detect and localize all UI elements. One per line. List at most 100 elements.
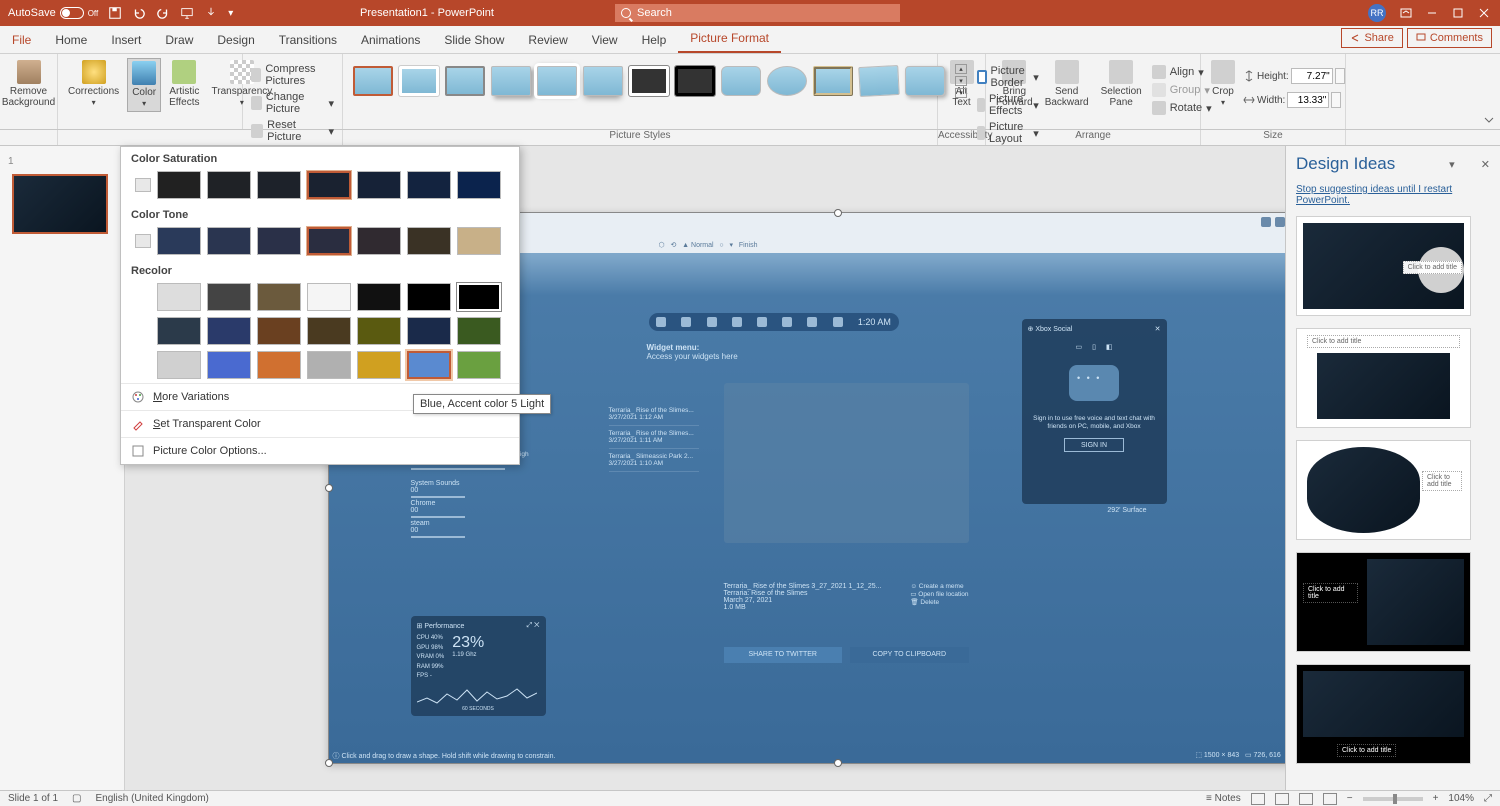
remove-background-button[interactable]: Remove Background xyxy=(0,58,59,110)
tone-swatch[interactable] xyxy=(157,227,201,255)
toggle-switch-icon[interactable] xyxy=(60,7,84,19)
recolor-swatch[interactable] xyxy=(357,283,401,311)
tone-swatch[interactable] xyxy=(207,227,251,255)
color-button[interactable]: Color▾ xyxy=(127,58,161,112)
width-spinner[interactable] xyxy=(1331,92,1341,108)
style-thumb[interactable] xyxy=(813,66,853,96)
design-idea-thumb[interactable]: Click to add title xyxy=(1296,328,1471,428)
style-thumb[interactable] xyxy=(583,66,623,96)
tab-transitions[interactable]: Transitions xyxy=(267,27,349,53)
recolor-swatch[interactable] xyxy=(307,317,351,345)
qat-customize-icon[interactable]: ▾ xyxy=(228,8,233,19)
style-thumb[interactable] xyxy=(767,66,807,96)
pane-dropdown-icon[interactable]: ▾ xyxy=(1449,158,1455,171)
recolor-swatch[interactable] xyxy=(157,283,201,311)
tone-swatch[interactable] xyxy=(457,227,501,255)
recolor-swatch[interactable] xyxy=(457,317,501,345)
reading-view-icon[interactable] xyxy=(1299,793,1313,805)
stop-suggesting-link[interactable]: Stop suggesting ideas until I restart Po… xyxy=(1296,184,1490,206)
artistic-effects-button[interactable]: Artistic Effects xyxy=(165,58,203,110)
compress-pictures-button[interactable]: Compress Pictures xyxy=(249,62,336,88)
recolor-swatch[interactable] xyxy=(157,351,201,379)
style-thumb[interactable] xyxy=(353,66,393,96)
recolor-swatch[interactable] xyxy=(257,283,301,311)
zoom-slider[interactable] xyxy=(1363,797,1423,801)
design-idea-thumb[interactable]: Click to add title xyxy=(1296,440,1471,540)
tab-view[interactable]: View xyxy=(580,27,630,53)
design-idea-thumb[interactable]: Click to add title xyxy=(1296,552,1471,652)
normal-view-icon[interactable] xyxy=(1251,793,1265,805)
language-indicator[interactable]: English (United Kingdom) xyxy=(96,793,209,804)
reset-picture-button[interactable]: Reset Picture ▾ xyxy=(249,118,336,144)
slide-counter[interactable]: Slide 1 of 1 xyxy=(8,793,58,804)
zoom-out-icon[interactable]: − xyxy=(1347,793,1353,804)
height-input[interactable] xyxy=(1291,68,1333,84)
gallery-more-icon[interactable]: ▾ xyxy=(955,88,967,98)
saturation-swatch[interactable] xyxy=(307,171,351,199)
pane-close-icon[interactable]: ✕ xyxy=(1481,158,1490,171)
style-thumb[interactable] xyxy=(445,66,485,96)
ribbon-display-icon[interactable] xyxy=(1400,7,1412,19)
tone-swatch[interactable] xyxy=(257,227,301,255)
send-backward-button[interactable]: Send Backward xyxy=(1041,58,1093,110)
user-avatar[interactable]: RR xyxy=(1368,4,1386,22)
design-idea-thumb[interactable]: Click to add title xyxy=(1296,664,1471,764)
minimize-icon[interactable] xyxy=(1426,7,1438,19)
selection-pane-button[interactable]: Selection Pane xyxy=(1097,58,1146,110)
style-thumb[interactable] xyxy=(629,66,669,96)
style-thumb[interactable] xyxy=(491,66,531,96)
tab-picture-format[interactable]: Picture Format xyxy=(678,25,781,53)
tab-review[interactable]: Review xyxy=(516,27,579,53)
tab-slideshow[interactable]: Slide Show xyxy=(432,27,516,53)
recolor-swatch[interactable] xyxy=(307,351,351,379)
width-field[interactable]: Width: xyxy=(1243,92,1345,108)
design-idea-thumb[interactable]: Click to add title xyxy=(1296,216,1471,316)
change-picture-button[interactable]: Change Picture ▾ xyxy=(249,90,336,116)
tone-preset-icon[interactable] xyxy=(135,234,151,248)
recolor-swatch[interactable] xyxy=(257,351,301,379)
tab-file[interactable]: File xyxy=(0,27,43,53)
tab-design[interactable]: Design xyxy=(205,27,266,53)
tab-draw[interactable]: Draw xyxy=(153,27,205,53)
style-thumb[interactable] xyxy=(399,66,439,96)
recolor-swatch[interactable] xyxy=(407,317,451,345)
picture-layout-button[interactable]: Picture Layout ▾ xyxy=(975,120,1041,146)
recolor-swatch[interactable] xyxy=(157,317,201,345)
recolor-swatch[interactable] xyxy=(407,351,451,379)
close-icon[interactable] xyxy=(1478,7,1490,19)
recolor-swatch[interactable] xyxy=(307,283,351,311)
height-spinner[interactable] xyxy=(1335,68,1345,84)
saturation-preset-icon[interactable] xyxy=(135,178,151,192)
saturation-swatch[interactable] xyxy=(457,171,501,199)
undo-icon[interactable] xyxy=(132,6,146,20)
slide-thumbnail[interactable] xyxy=(12,174,108,234)
autosave-toggle[interactable]: AutoSave Off xyxy=(8,7,98,19)
touch-mode-icon[interactable] xyxy=(204,6,218,20)
sorter-view-icon[interactable] xyxy=(1275,793,1289,805)
saturation-swatch[interactable] xyxy=(357,171,401,199)
recolor-swatch[interactable] xyxy=(457,351,501,379)
gallery-down-icon[interactable]: ▾ xyxy=(955,76,967,86)
set-transparent-item[interactable]: Set Transparent Color xyxy=(121,410,519,437)
search-box[interactable]: Search xyxy=(615,4,900,22)
picture-styles-gallery[interactable]: ▴ ▾ ▾ xyxy=(349,58,971,104)
recolor-swatch[interactable] xyxy=(407,283,451,311)
group-button[interactable]: Group ▾ xyxy=(1150,82,1214,98)
style-thumb[interactable] xyxy=(858,65,900,97)
saturation-swatch[interactable] xyxy=(407,171,451,199)
tab-insert[interactable]: Insert xyxy=(99,27,153,53)
style-thumb[interactable] xyxy=(905,66,945,96)
style-thumb[interactable] xyxy=(721,66,761,96)
saturation-swatch[interactable] xyxy=(157,171,201,199)
spellcheck-icon[interactable]: ▢ xyxy=(72,793,81,804)
redo-icon[interactable] xyxy=(156,6,170,20)
recolor-swatch[interactable] xyxy=(457,283,501,311)
style-thumb[interactable] xyxy=(675,66,715,96)
picture-color-options-item[interactable]: Picture Color Options... xyxy=(121,437,519,464)
recolor-swatch[interactable] xyxy=(257,317,301,345)
notes-button[interactable]: ≡ Notes xyxy=(1206,793,1241,804)
tone-swatch[interactable] xyxy=(357,227,401,255)
save-icon[interactable] xyxy=(108,6,122,20)
gallery-up-icon[interactable]: ▴ xyxy=(955,64,967,74)
slideshow-view-icon[interactable] xyxy=(1323,793,1337,805)
